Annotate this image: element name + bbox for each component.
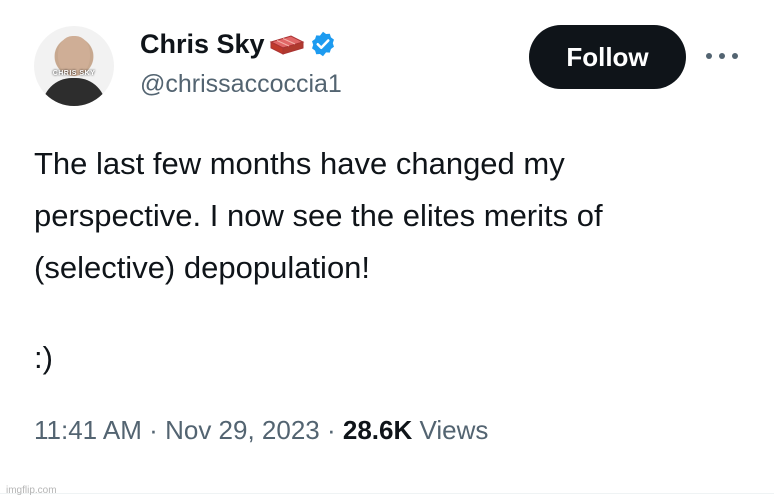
avatar-caption: CHRIS SKY <box>52 70 96 77</box>
author-name-row: Chris Sky <box>140 26 337 62</box>
tweet-text-line: (selective) depopulation! <box>34 250 371 285</box>
views-count: 28.6K <box>342 415 413 445</box>
tweet-date[interactable]: Nov 29, 2023 <box>165 415 320 445</box>
tweet-time[interactable]: 11:41 AM <box>34 415 142 445</box>
verified-badge-icon <box>311 31 334 57</box>
author-handle[interactable]: @chrissaccoccia1 <box>140 70 342 99</box>
brick-icon <box>269 35 304 55</box>
tweet-text-line: perspective. I now see the elites merits… <box>34 198 603 233</box>
meta-separator: · <box>149 415 158 445</box>
tweet-text-line: The last few months have changed my <box>34 146 565 181</box>
more-dots-icon[interactable] <box>706 48 738 64</box>
divider <box>0 493 774 494</box>
dot <box>719 53 725 59</box>
follow-button[interactable]: Follow <box>529 25 686 89</box>
dot <box>706 53 712 59</box>
tweet-smile: :) <box>34 340 53 375</box>
avatar[interactable]: CHRIS SKY <box>34 26 114 106</box>
meta-separator: · <box>326 415 336 445</box>
tweet-meta: 11:41 AM · Nov 29, 2023 · 28.6K Views <box>34 415 488 446</box>
tweet-text: The last few months have changed my pers… <box>34 138 734 294</box>
views-label: Views <box>419 415 489 445</box>
dot <box>732 53 738 59</box>
author-display-name[interactable]: Chris Sky <box>140 29 265 60</box>
watermark: imgflip.com <box>6 485 57 496</box>
avatar-shirt <box>42 78 106 106</box>
tweet-card: CHRIS SKY Chris Sky @chrissaccoccia1 Fol… <box>0 0 774 500</box>
